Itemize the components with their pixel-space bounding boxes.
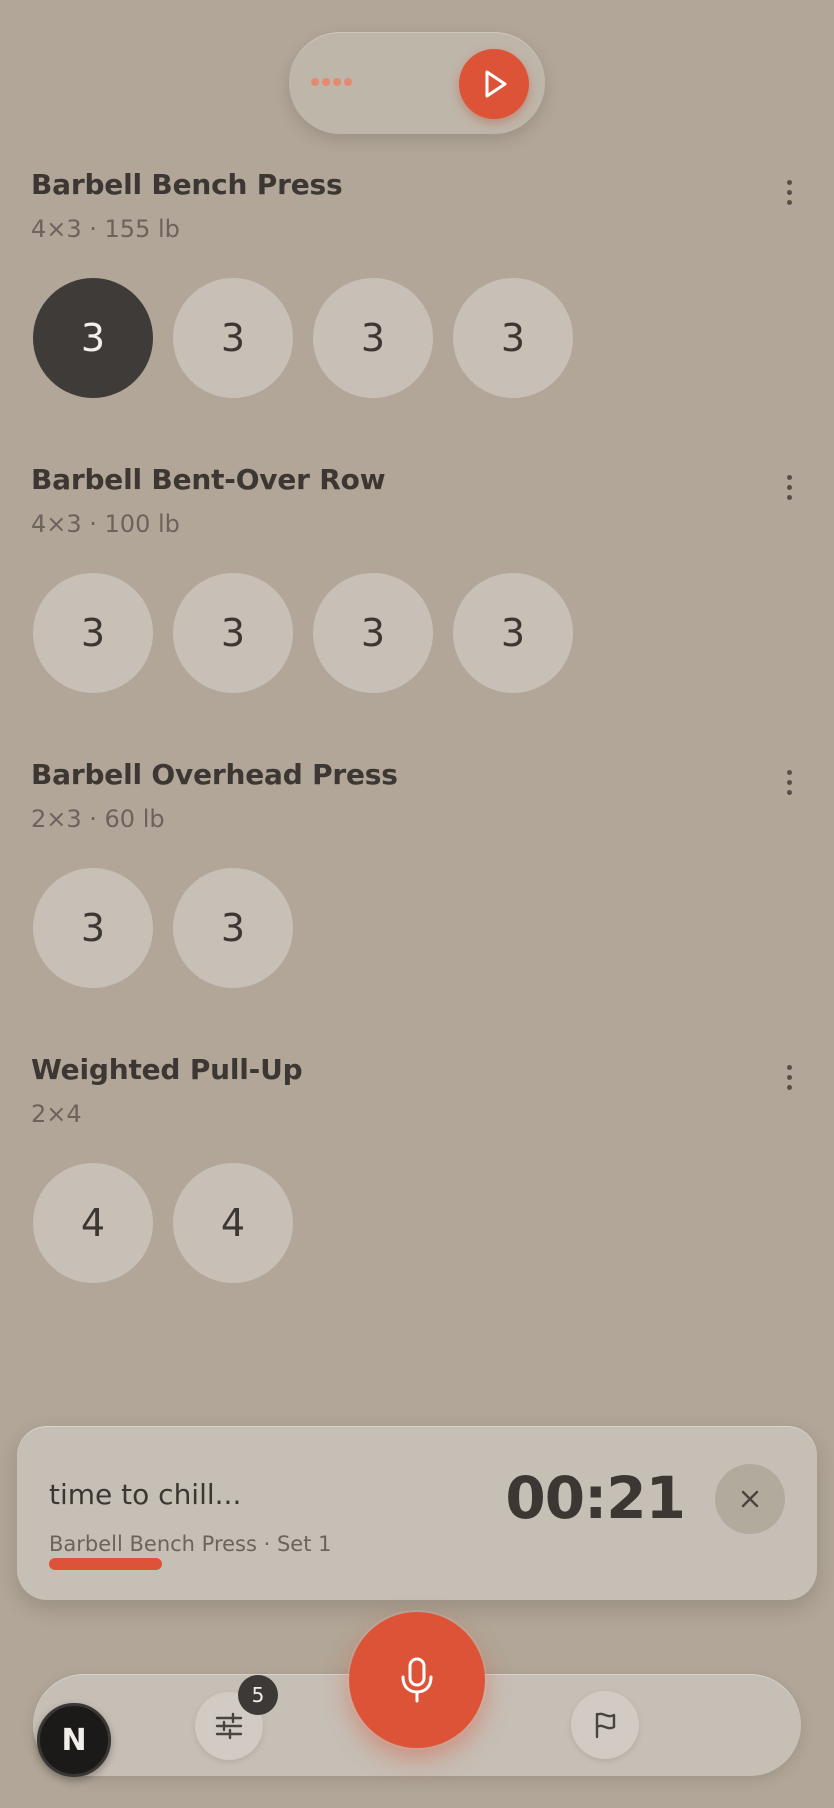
- set-list: 3 3 3 3: [33, 573, 573, 693]
- set-list: 4 4: [33, 1163, 293, 1283]
- mic-button[interactable]: [349, 1612, 485, 1748]
- exercise-card: Barbell Overhead Press 2×3 · 60 lb 3 3: [31, 758, 803, 988]
- mic-icon: [401, 1657, 433, 1703]
- exercise-meta: 4×3 · 155 lb: [31, 215, 180, 243]
- exercise-meta: 2×3 · 60 lb: [31, 805, 165, 833]
- set-button[interactable]: 3: [173, 573, 293, 693]
- exercise-meta: 4×3 · 100 lb: [31, 510, 180, 538]
- set-button[interactable]: 3: [33, 278, 153, 398]
- set-button[interactable]: 3: [33, 573, 153, 693]
- exercise-name: Barbell Bent-Over Row: [31, 463, 386, 496]
- set-button[interactable]: 4: [33, 1163, 153, 1283]
- exercise-card: Barbell Bent-Over Row 4×3 · 100 lb 3 3 3…: [31, 463, 803, 693]
- play-button[interactable]: [459, 49, 529, 119]
- set-button[interactable]: 4: [173, 1163, 293, 1283]
- close-icon: [741, 1490, 759, 1508]
- exercise-name: Weighted Pull-Up: [31, 1053, 303, 1086]
- set-button[interactable]: 3: [313, 573, 433, 693]
- flag-button[interactable]: [571, 1691, 639, 1759]
- rest-timer-card: time to chill... Barbell Bench Press · S…: [17, 1426, 817, 1600]
- set-button[interactable]: 3: [33, 868, 153, 988]
- set-list: 3 3: [33, 868, 293, 988]
- set-button[interactable]: 3: [453, 573, 573, 693]
- rest-timer-title: time to chill...: [49, 1478, 242, 1511]
- play-icon: [485, 70, 507, 98]
- set-list: 3 3 3 3: [33, 278, 573, 398]
- filters-count-badge: 5: [238, 1675, 278, 1715]
- workout-screen: Barbell Bench Press 4×3 · 155 lb 3 3 3 3…: [0, 0, 834, 1808]
- exercise-card: Barbell Bench Press 4×3 · 155 lb 3 3 3 3: [31, 168, 803, 398]
- more-options-icon[interactable]: [775, 764, 803, 800]
- more-options-icon[interactable]: [775, 469, 803, 505]
- rest-progress-bar: [49, 1558, 179, 1570]
- set-button[interactable]: 3: [313, 278, 433, 398]
- rest-timer-subtitle: Barbell Bench Press · Set 1: [49, 1532, 332, 1556]
- avatar[interactable]: N: [37, 1703, 111, 1777]
- set-button[interactable]: 3: [453, 278, 573, 398]
- exercise-meta: 2×4: [31, 1100, 82, 1128]
- dots-icon[interactable]: [311, 78, 352, 86]
- close-button[interactable]: [715, 1464, 785, 1534]
- exercise-name: Barbell Bench Press: [31, 168, 343, 201]
- rest-progress-fill: [49, 1558, 162, 1570]
- more-options-icon[interactable]: [775, 174, 803, 210]
- top-control-pill[interactable]: [289, 32, 545, 134]
- sliders-icon: [215, 1712, 243, 1740]
- more-options-icon[interactable]: [775, 1059, 803, 1095]
- set-button[interactable]: 3: [173, 868, 293, 988]
- set-button[interactable]: 3: [173, 278, 293, 398]
- flag-icon: [595, 1712, 616, 1739]
- rest-timer-countdown: 00:21: [505, 1464, 686, 1532]
- exercise-card: Weighted Pull-Up 2×4 4 4: [31, 1053, 803, 1283]
- exercise-name: Barbell Overhead Press: [31, 758, 398, 791]
